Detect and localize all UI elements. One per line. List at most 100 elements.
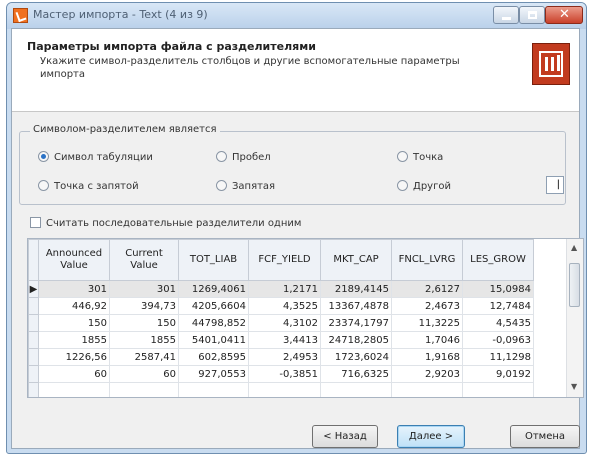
table-cell[interactable]: 4,3102 xyxy=(248,314,321,332)
minimize-button[interactable] xyxy=(493,6,519,24)
table-cell[interactable]: 1226,56 xyxy=(38,348,110,366)
table-cell[interactable] xyxy=(462,382,534,397)
table-cell[interactable]: 1855 xyxy=(109,331,179,349)
table-cell[interactable]: 150 xyxy=(38,314,110,332)
table-cell[interactable]: 150 xyxy=(109,314,179,332)
radio-icon xyxy=(397,151,408,162)
table-cell[interactable]: 4,5435 xyxy=(462,314,534,332)
table-cell[interactable] xyxy=(109,382,179,397)
table-cell[interactable]: 1,7046 xyxy=(391,331,463,349)
table-cell[interactable]: 11,1298 xyxy=(462,348,534,366)
table-cell[interactable] xyxy=(391,382,463,397)
column-header[interactable]: FNCL_LVRG xyxy=(391,239,463,281)
table-cell[interactable]: 4205,6604 xyxy=(178,297,249,315)
table-cell[interactable]: 3,4413 xyxy=(248,331,321,349)
back-button[interactable]: < Назад xyxy=(312,425,378,448)
app-icon xyxy=(13,8,28,23)
table-cell[interactable]: 1723,6024 xyxy=(320,348,392,366)
scroll-down-icon[interactable]: ▼ xyxy=(571,382,577,391)
row-header xyxy=(28,297,39,315)
wizard-header: Параметры импорта файла с разделителями … xyxy=(12,29,579,112)
radio-icon xyxy=(216,180,227,191)
table-cell[interactable]: 60 xyxy=(109,365,179,383)
table-row[interactable]: 1855 1855 5401,0411 3,4413 24718,2805 1,… xyxy=(28,331,534,349)
table-cell[interactable]: 12,7484 xyxy=(462,297,534,315)
column-header[interactable]: Current Value xyxy=(109,239,179,281)
preview-grid[interactable]: Announced Value Current Value TOT_LIAB FCF… xyxy=(27,238,584,398)
table-row[interactable]: 150 150 44798,852 4,3102 23374,1797 11,3… xyxy=(28,314,534,332)
vertical-scrollbar[interactable]: ▲ ▼ xyxy=(566,239,583,397)
radio-icon xyxy=(397,180,408,191)
row-header xyxy=(28,314,39,332)
table-cell[interactable]: 23374,1797 xyxy=(320,314,392,332)
radio-space[interactable]: Пробел xyxy=(216,151,271,163)
minimize-icon xyxy=(502,17,511,20)
column-header[interactable]: LES_GROW xyxy=(462,239,534,281)
table-cell[interactable]: 602,8595 xyxy=(178,348,249,366)
table-cell[interactable] xyxy=(248,382,321,397)
row-header xyxy=(28,348,39,366)
table-cell[interactable]: 1855 xyxy=(38,331,110,349)
scrollbar-thumb[interactable] xyxy=(569,263,580,307)
table-cell[interactable]: 1269,4061 xyxy=(178,280,249,298)
radio-other[interactable]: Другой xyxy=(397,180,451,192)
table-cell[interactable]: 2,6127 xyxy=(391,280,463,298)
radio-comma[interactable]: Запятая xyxy=(216,180,275,192)
other-delimiter-input[interactable]: | xyxy=(546,176,564,194)
table-cell[interactable]: 446,92 xyxy=(38,297,110,315)
table-cell[interactable]: 301 xyxy=(109,280,179,298)
table-cell[interactable]: 15,0984 xyxy=(462,280,534,298)
table-row[interactable] xyxy=(28,382,534,397)
table-cell[interactable]: 394,73 xyxy=(109,297,179,315)
table-row[interactable]: ▶ 301 301 1269,4061 1,2171 2189,4145 2,6… xyxy=(28,280,534,298)
column-header[interactable]: MKT_CAP xyxy=(320,239,392,281)
table-cell[interactable] xyxy=(178,382,249,397)
table-cell[interactable]: 4,3525 xyxy=(248,297,321,315)
table-row[interactable]: 1226,56 2587,41 602,8595 2,4953 1723,602… xyxy=(28,348,534,366)
table-cell[interactable]: 2587,41 xyxy=(109,348,179,366)
table-cell[interactable]: 1,2171 xyxy=(248,280,321,298)
table-cell[interactable]: 5401,0411 xyxy=(178,331,249,349)
table-cell[interactable]: 1,9168 xyxy=(391,348,463,366)
close-icon: ✕ xyxy=(559,7,570,22)
table-cell[interactable]: 11,3225 xyxy=(391,314,463,332)
row-header xyxy=(28,365,39,383)
radio-semicolon[interactable]: Точка с запятой xyxy=(38,180,139,192)
table-cell[interactable] xyxy=(38,382,110,397)
header-row: Announced Value Current Value TOT_LIAB FCF… xyxy=(28,239,534,281)
consecutive-delimiters-checkbox[interactable]: Считать последовательные разделители одн… xyxy=(30,217,301,229)
table-cell[interactable]: 301 xyxy=(38,280,110,298)
table-row[interactable]: 60 60 927,0553 -0,3851 716,6325 2,9203 9… xyxy=(28,365,534,383)
cancel-button[interactable]: Отмена xyxy=(510,425,580,448)
table-cell[interactable]: 2,4953 xyxy=(248,348,321,366)
row-header xyxy=(28,382,39,397)
maximize-icon xyxy=(528,11,537,19)
close-button[interactable]: ✕ xyxy=(545,6,583,24)
radio-tab[interactable]: Символ табуляции xyxy=(38,151,153,163)
table-cell[interactable] xyxy=(320,382,392,397)
scroll-up-icon[interactable]: ▲ xyxy=(571,243,577,252)
table-cell[interactable]: 927,0553 xyxy=(178,365,249,383)
next-button[interactable]: Далее > xyxy=(397,425,465,448)
import-wizard-logo-icon xyxy=(532,43,570,85)
table-cell[interactable]: 716,6325 xyxy=(320,365,392,383)
table-cell[interactable]: 13367,4878 xyxy=(320,297,392,315)
column-header[interactable]: TOT_LIAB xyxy=(178,239,249,281)
table-cell[interactable]: -0,0963 xyxy=(462,331,534,349)
preview-table: Announced Value Current Value TOT_LIAB FCF… xyxy=(28,239,534,397)
table-row[interactable]: 446,92 394,73 4205,6604 4,3525 13367,487… xyxy=(28,297,534,315)
column-header[interactable]: FCF_YIELD xyxy=(248,239,321,281)
table-cell[interactable]: 44798,852 xyxy=(178,314,249,332)
table-cell[interactable]: 24718,2805 xyxy=(320,331,392,349)
table-cell[interactable]: 9,0192 xyxy=(462,365,534,383)
table-cell[interactable]: 2,4673 xyxy=(391,297,463,315)
table-cell[interactable]: 2189,4145 xyxy=(320,280,392,298)
table-cell[interactable]: 2,9203 xyxy=(391,365,463,383)
table-cell[interactable]: -0,3851 xyxy=(248,365,321,383)
current-row-arrow-icon: ▶ xyxy=(28,280,39,298)
radio-point[interactable]: Точка xyxy=(397,151,443,163)
title-bar[interactable]: Мастер импорта - Text (4 из 9) ✕ xyxy=(7,3,586,29)
table-cell[interactable]: 60 xyxy=(38,365,110,383)
column-header[interactable]: Announced Value xyxy=(38,239,110,281)
maximize-button[interactable] xyxy=(519,6,545,24)
